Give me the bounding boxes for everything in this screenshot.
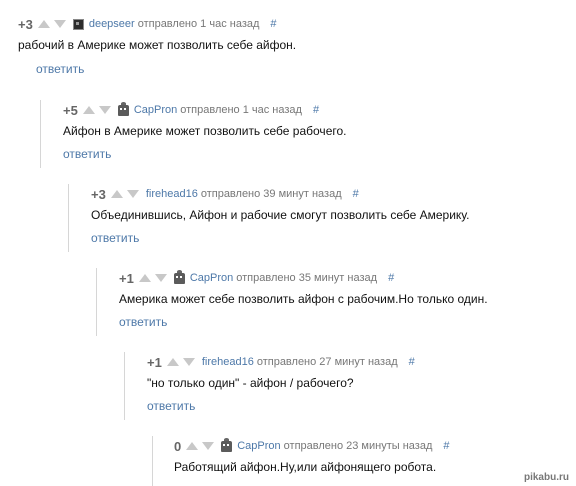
thread-line <box>40 100 41 168</box>
comment-time: отправлено 1 час назад <box>137 18 260 30</box>
comment-2: +5 CapPron отправлено 1 час назад # Айфо… <box>40 100 560 168</box>
comment-text: Айфон в Америке может позволить себе раб… <box>63 124 347 138</box>
comment-3: +3 firehead16 отправлено 39 минут назад … <box>68 184 558 252</box>
permalink-hash[interactable]: # <box>270 18 276 30</box>
permalink-hash[interactable]: # <box>409 356 415 368</box>
comment-meta: +5 CapPron отправлено 1 час назад # <box>63 100 319 120</box>
comment-time: отправлено 23 минуты назад <box>283 440 433 452</box>
thread-line <box>124 352 125 420</box>
downvote-icon[interactable] <box>126 190 139 198</box>
upvote-icon[interactable] <box>110 190 123 198</box>
comment-meta: +3 firehead16 отправлено 39 минут назад … <box>91 184 359 204</box>
comment-meta: +1 firehead16 отправлено 27 минут назад … <box>147 352 415 372</box>
comment-text: Америка может себе позволить айфон с раб… <box>119 292 488 306</box>
comment-time: отправлено 39 минут назад <box>200 188 342 200</box>
permalink-hash[interactable]: # <box>353 188 359 200</box>
thread-line <box>152 436 153 486</box>
upvote-icon[interactable] <box>166 358 179 366</box>
comment-1: +3 deepseer отправлено 1 час назад # раб… <box>18 14 558 84</box>
comment-score: +1 <box>147 354 162 370</box>
comment-text: "но только один" - айфон / рабочего? <box>147 376 354 390</box>
reply-link[interactable]: ответить <box>36 62 84 76</box>
thread-line <box>96 268 97 336</box>
site-watermark: pikabu.ru <box>523 472 569 483</box>
comment-meta: 0 CapPron отправлено 23 минуты назад # <box>174 436 450 456</box>
comment-score: +1 <box>119 270 134 286</box>
upvote-icon[interactable] <box>186 442 199 450</box>
reply-link[interactable]: ответить <box>63 147 111 161</box>
comment-meta: +3 deepseer отправлено 1 час назад # <box>18 14 277 34</box>
thread-line <box>68 184 69 252</box>
comment-meta: +1 CapPron отправлено 35 минут назад # <box>119 268 394 288</box>
user-avatar-icon[interactable] <box>221 437 233 452</box>
user-avatar-icon[interactable] <box>72 18 84 30</box>
downvote-icon[interactable] <box>202 442 215 450</box>
downvote-icon[interactable] <box>98 106 111 114</box>
user-avatar-icon[interactable] <box>173 269 185 284</box>
upvote-icon[interactable] <box>82 106 95 114</box>
user-avatar-icon[interactable] <box>117 101 129 116</box>
comment-score: +3 <box>91 186 106 202</box>
reply-link[interactable]: ответить <box>91 231 139 245</box>
downvote-icon[interactable] <box>53 20 66 28</box>
author-link[interactable]: firehead16 <box>202 356 254 368</box>
downvote-icon[interactable] <box>154 274 167 282</box>
comment-time: отправлено 1 час назад <box>180 104 302 116</box>
comment-score: +3 <box>18 16 33 32</box>
comment-6: 0 CapPron отправлено 23 минуты назад # Р… <box>152 436 556 486</box>
downvote-icon[interactable] <box>182 358 195 366</box>
upvote-icon[interactable] <box>138 274 151 282</box>
reply-link[interactable]: ответить <box>119 315 167 329</box>
comment-text: Работящий айфон.Ну,или айфонящего робота… <box>174 460 437 474</box>
author-link[interactable]: CapPron <box>134 104 177 116</box>
reply-link[interactable]: ответить <box>147 399 195 413</box>
comment-5: +1 firehead16 отправлено 27 минут назад … <box>124 352 556 420</box>
author-link[interactable]: CapPron <box>237 440 280 452</box>
comment-score: +5 <box>63 102 78 118</box>
upvote-icon[interactable] <box>37 20 50 28</box>
comment-time: отправлено 27 минут назад <box>256 356 398 368</box>
comment-time: отправлено 35 минут назад <box>236 272 378 284</box>
comment-text: рабочий в Америке может позволить себе а… <box>18 38 297 52</box>
author-link[interactable]: CapPron <box>190 272 233 284</box>
comment-score: 0 <box>174 438 182 454</box>
comment-4: +1 CapPron отправлено 35 минут назад # А… <box>96 268 556 336</box>
permalink-hash[interactable]: # <box>443 440 449 452</box>
permalink-hash[interactable]: # <box>313 104 319 116</box>
permalink-hash[interactable]: # <box>388 272 394 284</box>
comment-text: Объединившись, Айфон и рабочие смогут по… <box>91 208 470 222</box>
author-link[interactable]: firehead16 <box>146 188 198 200</box>
author-link[interactable]: deepseer <box>89 18 135 30</box>
